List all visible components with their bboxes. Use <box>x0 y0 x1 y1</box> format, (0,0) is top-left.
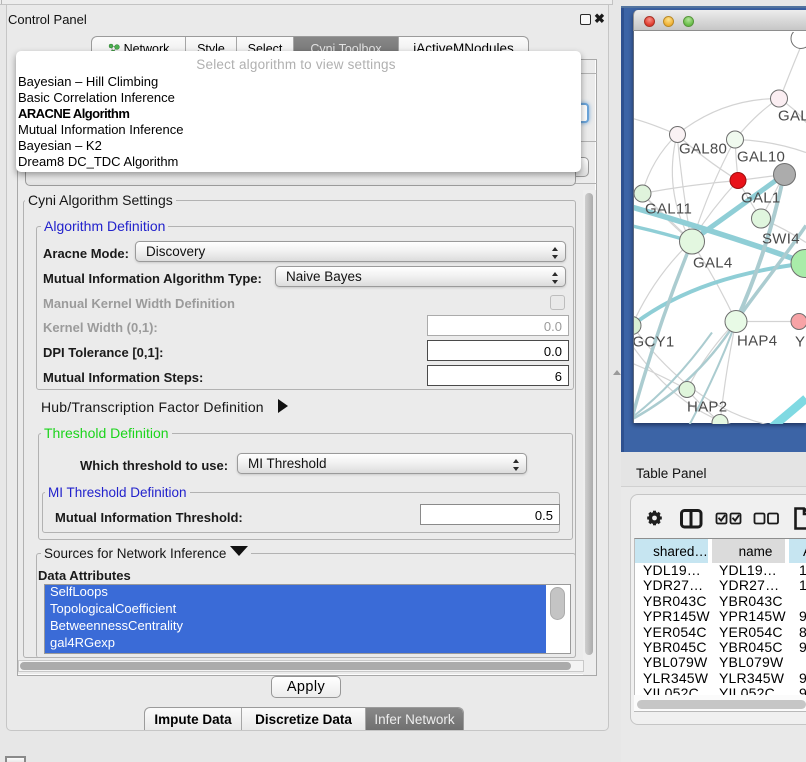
svg-text:GAL11: GAL11 <box>645 200 692 217</box>
svg-text:HAP2: HAP2 <box>687 398 727 415</box>
svg-text:GAL4: GAL4 <box>693 254 733 271</box>
svg-text:SWI4: SWI4 <box>762 230 800 247</box>
svg-text:HAP4: HAP4 <box>737 332 777 349</box>
svg-text:GCY1: GCY1 <box>634 333 675 350</box>
svg-text:GAL80: GAL80 <box>679 140 727 157</box>
svg-text:GAL2: GAL2 <box>778 107 806 124</box>
svg-text:GAL1: GAL1 <box>741 189 781 206</box>
svg-text:YE: YE <box>795 333 806 350</box>
svg-text:GAL10: GAL10 <box>737 148 785 165</box>
